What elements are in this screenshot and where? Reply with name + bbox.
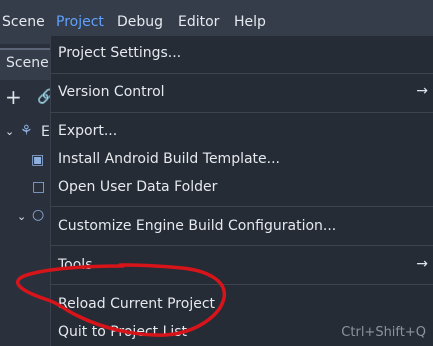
control-node-icon: □ (32, 179, 46, 195)
project-dropdown-menu: Project Settings... Version Control → Ex… (50, 36, 433, 346)
arrow-right-icon: → (416, 256, 428, 272)
menu-item-tools[interactable]: Tools (58, 257, 93, 273)
menu-item-project-settings[interactable]: Project Settings... (58, 45, 181, 61)
menu-help[interactable]: Help (234, 14, 266, 30)
menu-debug[interactable]: Debug (117, 14, 163, 30)
menu-item-export[interactable]: Export... (58, 123, 117, 139)
menu-scene[interactable]: Scene (2, 14, 45, 30)
menu-item-version-control[interactable]: Version Control (58, 84, 165, 100)
menu-item-quit-to-project-list[interactable]: Quit to Project List (58, 324, 187, 340)
node-icon: ⚘ (20, 123, 33, 139)
menu-project[interactable]: Project (56, 14, 104, 30)
arrow-right-icon: → (416, 83, 428, 99)
menu-separator (51, 284, 433, 285)
menu-separator (51, 112, 433, 113)
menu-item-reload-current-project[interactable]: Reload Current Project (58, 296, 215, 312)
menu-separator (51, 245, 433, 246)
tab-scene-label: Scene (6, 55, 49, 71)
menu-separator (51, 206, 433, 207)
chevron-down-icon[interactable]: ⌄ (17, 211, 26, 222)
quit-shortcut: Ctrl+Shift+Q (341, 325, 426, 340)
tab-scene[interactable]: Scene (0, 48, 50, 80)
menu-editor[interactable]: Editor (178, 14, 219, 30)
menu-item-customize-engine-build-configuration[interactable]: Customize Engine Build Configuration... (58, 218, 336, 234)
node2d-icon: ○ (32, 207, 45, 223)
menu-item-install-android-build-template[interactable]: Install Android Build Template... (58, 151, 280, 167)
menu-item-open-user-data-folder[interactable]: Open User Data Folder (58, 179, 217, 195)
add-node-icon[interactable]: + (5, 87, 22, 107)
mesh-icon: ▣ (31, 152, 45, 168)
chevron-down-icon[interactable]: ⌄ (5, 126, 14, 137)
menu-separator (51, 73, 433, 74)
node-name-prefix: E (41, 124, 50, 140)
